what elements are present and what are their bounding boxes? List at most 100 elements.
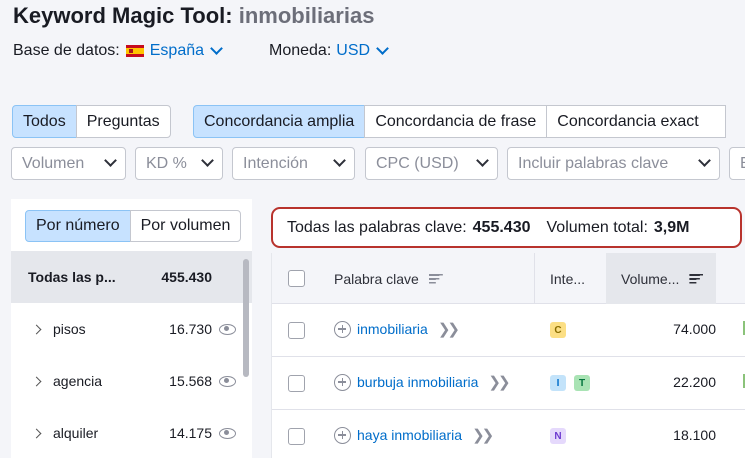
filter-kd[interactable]: KD % <box>135 147 223 180</box>
column-label: Volume... <box>621 270 680 287</box>
chevron-down-icon[interactable] <box>210 41 223 55</box>
total-volume-label: Volumen total: <box>546 218 648 236</box>
volume-value: 74.000 <box>673 321 716 337</box>
group-count: 15.568 <box>169 373 212 389</box>
group-count: 14.175 <box>169 425 212 441</box>
intent-badge-transactional: T <box>574 375 590 391</box>
filter-label: E <box>740 155 745 173</box>
add-to-list-icon[interactable] <box>334 426 351 444</box>
group-name: agencia <box>53 373 103 389</box>
table-header: Palabra clave Inte... Volume... <box>272 253 745 304</box>
add-to-list-icon[interactable] <box>334 373 351 391</box>
database-value[interactable]: España <box>150 42 204 60</box>
intent-badge-informational: I <box>550 375 566 391</box>
chevron-down-icon <box>201 154 214 167</box>
chevron-down-icon[interactable] <box>376 41 389 55</box>
row-checkbox[interactable] <box>288 428 305 445</box>
group-row[interactable]: pisos 16.730 <box>11 303 252 355</box>
chevron-down-icon <box>698 154 711 167</box>
chevron-down-icon <box>104 154 117 167</box>
volume-value: 22.200 <box>673 374 716 390</box>
eye-icon[interactable] <box>219 323 236 335</box>
filter-label: CPC (USD) <box>376 154 459 172</box>
page-title: Keyword Magic Tool: inmobiliarias <box>13 3 374 29</box>
match-type-tabs: Concordancia amplia Concordancia de fras… <box>193 105 727 138</box>
keyword-cell: inmobiliaria ❯❯ <box>334 320 460 338</box>
filter-intencion[interactable]: Intención <box>232 147 355 180</box>
table-row: burbuja inmobiliaria ❯❯ I T 22.200 <box>272 357 745 410</box>
currency-selector[interactable]: Moneda: USD <box>269 41 389 60</box>
filter-incluir-palabras[interactable]: Incluir palabras clave <box>507 147 720 180</box>
eye-icon[interactable] <box>219 375 236 387</box>
keywords-summary: Todas las palabras clave: 455.430 Volume… <box>271 207 742 248</box>
intent-badge-navigational: N <box>550 428 566 444</box>
chevron-right-icon[interactable] <box>31 324 42 334</box>
filter-bar: Volumen KD % Intención CPC (USD) Incluir… <box>0 147 745 180</box>
tab-concordancia-frase[interactable]: Concordancia de frase <box>364 105 548 138</box>
group-row[interactable]: agencia 15.568 <box>11 355 252 407</box>
total-volume-value: 3,9M <box>653 218 690 236</box>
tool-name: Keyword Magic Tool: <box>13 3 233 28</box>
all-keywords-value: 455.430 <box>472 218 531 236</box>
chevron-down-icon <box>476 154 489 167</box>
filter-volumen[interactable]: Volumen <box>11 147 126 180</box>
groups-panel: Por número Por volumen Todas las p... 45… <box>11 199 252 458</box>
group-count: 455.430 <box>161 269 212 285</box>
keyword-cell: haya inmobiliaria ❯❯ <box>334 426 494 444</box>
keywords-table: Palabra clave Inte... Volume... inmobili… <box>271 253 745 458</box>
question-filter-tabs: Todos Preguntas <box>12 105 171 138</box>
filter-label: Incluir palabras clave <box>518 154 669 172</box>
sort-icon[interactable] <box>428 273 443 284</box>
tab-por-numero[interactable]: Por número <box>25 210 131 242</box>
column-label: Inte... <box>550 270 586 287</box>
group-row[interactable]: alquiler 14.175 <box>11 407 252 458</box>
sort-icon[interactable] <box>689 273 704 284</box>
double-chevron-right-icon[interactable]: ❯❯ <box>438 320 460 338</box>
table-row: haya inmobiliaria ❯❯ N 18.100 <box>272 410 745 458</box>
select-all-cell <box>272 253 320 304</box>
column-label: Palabra clave <box>334 270 419 287</box>
tab-preguntas[interactable]: Preguntas <box>75 105 171 138</box>
group-count: 16.730 <box>169 321 212 337</box>
filter-label: KD % <box>146 154 187 172</box>
chevron-right-icon[interactable] <box>31 376 42 386</box>
eye-icon[interactable] <box>219 427 236 439</box>
chevron-down-icon <box>333 154 346 167</box>
chevron-right-icon[interactable] <box>31 428 42 438</box>
row-checkbox[interactable] <box>288 322 305 339</box>
group-row-all[interactable]: Todas las p... 455.430 <box>11 251 252 303</box>
currency-label: Moneda: <box>269 42 332 59</box>
currency-value[interactable]: USD <box>336 42 370 60</box>
filter-cpc[interactable]: CPC (USD) <box>365 147 498 180</box>
keyword-link[interactable]: burbuja inmobiliaria <box>357 374 478 390</box>
filter-label: Volumen <box>22 154 85 172</box>
group-name: alquiler <box>53 425 99 441</box>
column-intent[interactable]: Inte... <box>534 253 606 304</box>
database-selector[interactable]: Base de datos: España <box>13 41 223 60</box>
tab-concordancia-exacta[interactable]: Concordancia exact <box>546 105 727 138</box>
select-all-checkbox[interactable] <box>288 270 305 287</box>
double-chevron-right-icon[interactable]: ❯❯ <box>488 373 510 391</box>
table-row: inmobiliaria ❯❯ C 74.000 <box>272 304 745 357</box>
spain-flag-icon <box>125 45 144 57</box>
column-keyword[interactable]: Palabra clave <box>334 253 443 304</box>
tab-por-volumen[interactable]: Por volumen <box>129 210 242 242</box>
group-name: Todas las p... <box>28 269 116 285</box>
group-name: pisos <box>53 321 86 337</box>
row-checkbox[interactable] <box>288 375 305 392</box>
tab-todos[interactable]: Todos <box>12 105 77 138</box>
all-keywords-label: Todas las palabras clave: <box>287 218 467 236</box>
query-text: inmobiliarias <box>238 3 375 28</box>
tab-concordancia-amplia[interactable]: Concordancia amplia <box>193 105 366 138</box>
scrollbar[interactable] <box>243 259 249 377</box>
keyword-cell: burbuja inmobiliaria ❯❯ <box>334 373 511 391</box>
intent-badge-commercial: C <box>550 322 566 338</box>
keyword-link[interactable]: haya inmobiliaria <box>357 427 462 443</box>
volume-value: 18.100 <box>673 427 716 443</box>
keyword-link[interactable]: inmobiliaria <box>357 321 428 337</box>
double-chevron-right-icon[interactable]: ❯❯ <box>472 426 494 444</box>
group-sort-tabs: Por número Por volumen <box>25 210 242 242</box>
add-to-list-icon[interactable] <box>334 320 351 338</box>
column-volume[interactable]: Volume... <box>606 253 716 304</box>
filter-more[interactable]: E <box>729 147 745 180</box>
